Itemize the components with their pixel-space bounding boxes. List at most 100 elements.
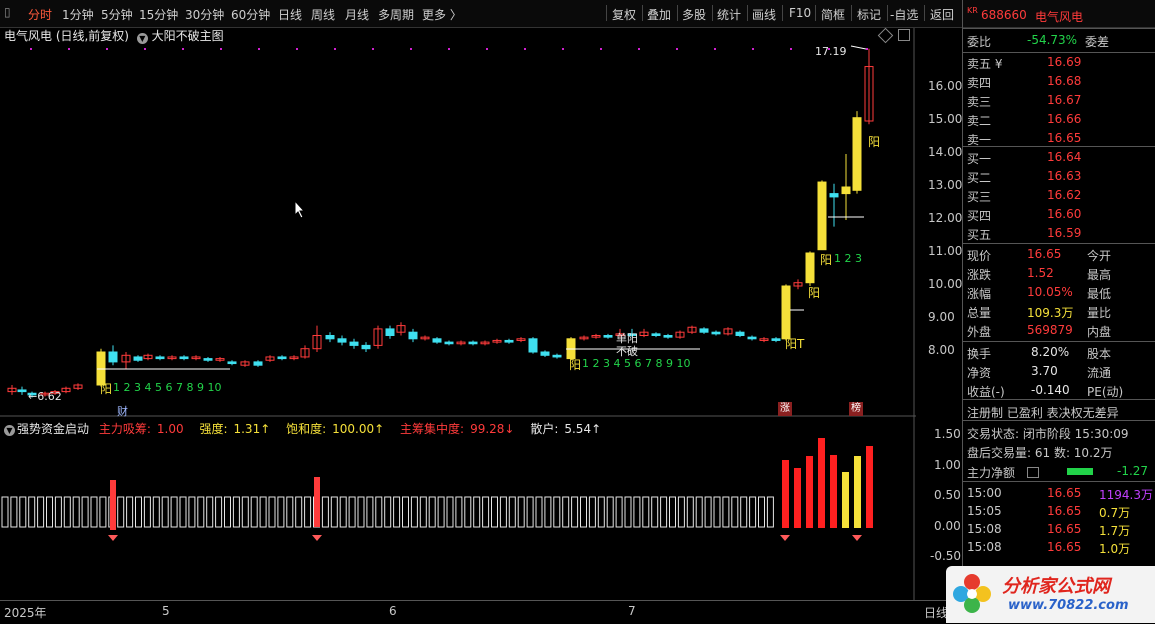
yang-label: 阳	[820, 253, 833, 267]
grid-dot	[296, 48, 298, 50]
ind-bar	[633, 496, 641, 528]
stat-row: 涨跌 1.52 最高	[967, 266, 1112, 282]
stat-row: 净资 3.70 流通	[967, 364, 1112, 380]
ind-volume-bar	[782, 460, 789, 528]
finance-marker[interactable]: 财	[117, 403, 128, 419]
candle-body	[805, 252, 815, 284]
grid-dot	[790, 48, 792, 50]
candle-body	[444, 341, 454, 345]
ind-bar	[366, 496, 374, 528]
ind-item: 强度: 1.31↑	[199, 422, 271, 436]
stat-row: 涨幅 10.05% 最低	[967, 285, 1112, 301]
y-tick: 12.00	[928, 211, 963, 225]
grid-dot	[258, 48, 260, 50]
ind-volume-bar	[866, 446, 873, 528]
candle-body	[133, 356, 143, 361]
grid-dot	[638, 48, 640, 50]
ask-price: 16.68	[1047, 74, 1082, 88]
ask-row: 卖五 ¥16.69	[967, 55, 1082, 71]
ind-bar	[259, 496, 267, 528]
ind-bar	[339, 496, 347, 528]
candle-body	[385, 328, 395, 336]
ind-volume-bar	[794, 468, 801, 528]
weibi-row: 委比 -54.73% 委差	[967, 33, 1110, 49]
count-short: 1 2 3	[834, 252, 862, 265]
ind-volume-bar	[830, 455, 837, 528]
ind-bar	[250, 496, 258, 528]
ask-row: 卖二 16.66	[967, 112, 1082, 128]
grid-dot	[486, 48, 488, 50]
ind-bar	[695, 496, 703, 528]
ind-bar	[749, 496, 757, 528]
limit-up-marker[interactable]: 涨	[778, 402, 792, 416]
rank-list-marker[interactable]: 榜	[849, 402, 863, 416]
ind-item: 主力吸筹: 1.00	[98, 422, 184, 436]
grid-dot	[562, 48, 564, 50]
ind-bar	[526, 496, 534, 528]
bid-row: 买二 16.63	[967, 169, 1082, 185]
ind-volume-bar	[842, 472, 849, 528]
grid-dot	[30, 48, 32, 50]
grid-dot	[182, 48, 184, 50]
tick-row: 15:05 16.65 0.7万	[967, 504, 1131, 520]
indicator-dropdown-icon[interactable]: ▼	[4, 425, 15, 436]
ind-bar	[544, 496, 552, 528]
ind-bar	[669, 496, 676, 528]
ask-price: 16.65	[1047, 131, 1082, 145]
ind-bar	[10, 496, 18, 528]
stock-header: 688660 电气风电 KR	[967, 6, 1153, 25]
candle-body	[337, 338, 347, 343]
ind-bar	[117, 496, 125, 528]
tick-row: 15:08 16.65 1.7万	[967, 522, 1131, 538]
ind-volume-bar	[818, 438, 825, 528]
ind-bar	[197, 496, 205, 528]
ind-bar	[19, 496, 27, 528]
ind-bar	[28, 496, 36, 528]
ind-signal-bar	[314, 477, 320, 527]
ind-bar	[402, 496, 409, 528]
grid-dot	[144, 48, 146, 50]
grid-dot	[600, 48, 602, 50]
after-hours-row: 盘后交易量: 61 数: 10.2万	[967, 446, 1113, 460]
stat-row: 现价 16.65 今开	[967, 247, 1112, 263]
candle-body	[663, 335, 673, 338]
list-icon[interactable]	[1027, 467, 1039, 478]
ind-bar	[206, 496, 214, 528]
ind-bar	[215, 496, 223, 528]
ind-bar	[224, 496, 231, 528]
diamond-signal-icon	[852, 535, 862, 541]
yang-label: 阳	[808, 286, 821, 300]
ind-bar	[597, 496, 605, 528]
ind-bar	[179, 496, 187, 528]
ind-bar	[72, 496, 80, 528]
candle-body	[771, 338, 781, 341]
ind-bar	[384, 496, 392, 528]
candle-body	[361, 344, 371, 350]
candle-body	[227, 361, 237, 365]
ind-bar	[704, 496, 712, 528]
bid-row: 买五 16.59	[967, 226, 1082, 242]
candle-body	[735, 331, 745, 337]
ind-bar	[188, 496, 196, 528]
ind-bar	[295, 496, 303, 528]
ind-bar	[517, 496, 525, 528]
candle-body	[108, 351, 118, 363]
count-seq: 1 2 3 4 5 6 7 8 9 10	[113, 381, 222, 394]
period-label[interactable]: 日线	[924, 604, 948, 621]
candle-body	[408, 331, 418, 340]
candle-body	[203, 358, 213, 361]
grid-dot	[524, 48, 526, 50]
y-tick: 8.00	[928, 343, 955, 357]
indicator-name[interactable]: 强势资金启动	[17, 422, 89, 436]
ind-bar	[375, 496, 383, 528]
ind-bar	[428, 496, 436, 528]
candle-body	[155, 356, 165, 360]
ind-signal-bar	[110, 480, 116, 530]
grid-dot	[866, 48, 868, 50]
grid-dot	[676, 48, 678, 50]
grid-dot	[334, 48, 336, 50]
ind-bar	[758, 496, 765, 528]
ind-bar	[740, 496, 748, 528]
ind-bar	[286, 496, 294, 528]
candle-body	[852, 117, 862, 191]
